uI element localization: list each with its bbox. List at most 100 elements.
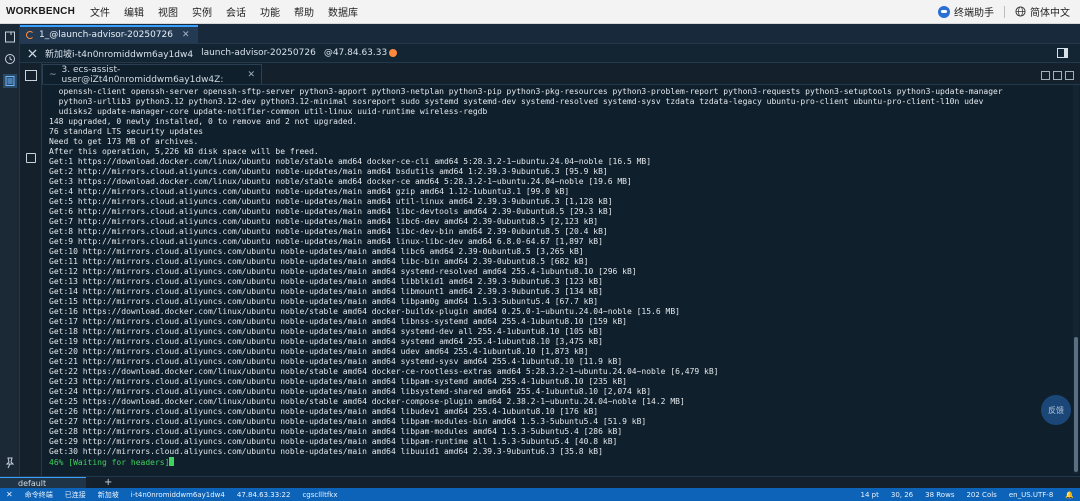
terminal-line: Get:28 http://mirrors.cloud.aliyuncs.com…: [49, 427, 623, 436]
pin-icon[interactable]: [3, 456, 17, 470]
globe-icon: [1015, 6, 1026, 17]
status-rows: 38 Rows: [925, 490, 955, 499]
assistant-icon: [938, 5, 950, 18]
close-icon[interactable]: ✕: [182, 30, 190, 40]
history-icon[interactable]: [3, 52, 17, 66]
collapse-icon[interactable]: [28, 48, 37, 58]
progress-line: 46% [Waiting for headers]: [49, 457, 1072, 467]
menu-help[interactable]: 帮助: [287, 4, 321, 19]
terminal-line: Get:10 http://mirrors.cloud.aliyuncs.com…: [49, 247, 584, 256]
terminal-line: Get:29 http://mirrors.cloud.aliyuncs.com…: [49, 437, 618, 446]
assistant-label: 终端助手: [954, 8, 994, 19]
language-selector[interactable]: 简体中文: [1015, 4, 1070, 19]
menu-edit[interactable]: 编辑: [117, 4, 151, 19]
menu-features[interactable]: 功能: [253, 4, 287, 19]
sidebar-toggle-icon[interactable]: [1057, 48, 1068, 58]
menu-bar: WORKBENCH 文件 编辑 视图 实例 会话 功能 帮助 数据库 终端助手 …: [0, 0, 1080, 24]
terminal-line: Get:15 http://mirrors.cloud.aliyuncs.com…: [49, 297, 599, 306]
terminal-line: Get:2 http://mirrors.cloud.aliyuncs.com/…: [49, 167, 608, 176]
terminal-text: openssh-client openssh-server openssh-sf…: [49, 87, 1072, 467]
terminal-line: Get:21 http://mirrors.cloud.aliyuncs.com…: [49, 357, 623, 366]
status-cols: 202 Cols: [966, 490, 997, 499]
terminal-line: Need to get 173 MB of archives.: [49, 137, 199, 146]
app-brand: WORKBENCH: [6, 6, 76, 17]
terminal-line: Get:12 http://mirrors.cloud.aliyuncs.com…: [49, 267, 637, 276]
terminal-layout-controls: [1041, 71, 1080, 84]
status-region: 新加坡: [97, 490, 119, 499]
host-ip: @47.84.63.33: [323, 48, 398, 58]
terminal-line: Get:3 https://download.docker.com/linux/…: [49, 177, 632, 186]
terminal-tab-bar: ~ 3. ecs-assist-user@iZt4n0nromiddwm6ay1…: [42, 63, 1080, 85]
terminal-tab-ellipsis: ~: [49, 69, 57, 80]
status-encoding[interactable]: en_US.UTF-8: [1003, 491, 1059, 499]
status-connection: 已连接: [64, 490, 86, 499]
terminal-line: Get:11 http://mirrors.cloud.aliyuncs.com…: [49, 257, 589, 266]
terminal-line: Get:1 https://download.docker.com/linux/…: [49, 157, 652, 166]
close-icon[interactable]: ✕: [247, 70, 255, 80]
terminal-scrollbar[interactable]: [1073, 85, 1079, 474]
add-tab-button[interactable]: +: [86, 477, 112, 488]
terminal-tab[interactable]: ~ 3. ecs-assist-user@iZt4n0nromiddwm6ay1…: [42, 64, 262, 85]
terminal-line: Get:6 http://mirrors.cloud.aliyuncs.com/…: [49, 207, 613, 216]
maximize-icon[interactable]: [1065, 71, 1074, 80]
terminal-line: Get:16 https://download.docker.com/linux…: [49, 307, 680, 316]
explorer-icon[interactable]: [3, 30, 17, 44]
status-right: 14 pt 30, 26 38 Rows 202 Cols en_US.UTF-…: [855, 491, 1080, 499]
terminal-line: Get:14 http://mirrors.cloud.aliyuncs.com…: [49, 287, 603, 296]
host-ip-label: @47.84.63.33: [323, 48, 388, 58]
divider: [1004, 5, 1005, 18]
session-tab[interactable]: 1_@launch-advisor-20250726 ✕: [20, 25, 198, 43]
panel-tab-default[interactable]: default: [0, 476, 86, 489]
terminal-icon[interactable]: [25, 70, 37, 81]
terminal-line: Get:23 http://mirrors.cloud.aliyuncs.com…: [49, 377, 627, 386]
terminal-line: Get:25 https://download.docker.com/linux…: [49, 397, 685, 406]
status-instance-id: i-t4n0nromiddwm6ay1dw4: [130, 490, 225, 499]
session-tab-bar: 1_@launch-advisor-20250726 ✕: [20, 24, 1080, 44]
terminal-cursor: [169, 457, 175, 466]
terminal-line: After this operation, 5,226 kB disk spac…: [49, 147, 319, 156]
notification-bell-icon[interactable]: 🔔: [1059, 491, 1080, 499]
terminal-line: Get:22 https://download.docker.com/linux…: [49, 367, 719, 376]
status-font-size[interactable]: 14 pt: [855, 491, 885, 499]
status-bar: ✕ 命令终端 已连接 新加坡 i-t4n0nromiddwm6ay1dw4 47…: [0, 488, 1080, 501]
split-vertical-icon[interactable]: [1053, 71, 1062, 80]
terminal-line: Get:7 http://mirrors.cloud.aliyuncs.com/…: [49, 217, 599, 226]
terminal-line: Get:4 http://mirrors.cloud.aliyuncs.com/…: [49, 187, 570, 196]
terminal-line: 148 upgraded, 0 newly installed, 0 to re…: [49, 117, 358, 126]
terminal-assistant-button[interactable]: 终端助手: [938, 4, 994, 19]
scrollbar-thumb[interactable]: [1074, 337, 1078, 472]
menu-file[interactable]: 文件: [83, 4, 117, 19]
status-user: cgscllltfkx: [302, 490, 338, 499]
menu-session[interactable]: 会话: [219, 4, 253, 19]
terminal-line: Get:19 http://mirrors.cloud.aliyuncs.com…: [49, 337, 603, 346]
loading-icon: [26, 31, 34, 39]
terminal-line: Get:13 http://mirrors.cloud.aliyuncs.com…: [49, 277, 603, 286]
status-address: 47.84.63.33:22: [236, 490, 291, 499]
terminal-tab-label: 3. ecs-assist-user@iZt4n0nromiddwm6ay1dw…: [61, 64, 224, 85]
split-horizontal-icon[interactable]: [1041, 71, 1050, 80]
activity-bar: [0, 24, 20, 476]
menu-instance[interactable]: 实例: [185, 4, 219, 19]
terminal-line: Get:24 http://mirrors.cloud.aliyuncs.com…: [49, 387, 652, 396]
host-info-bar: 新加坡i-t4n0nromiddwm6ay1dw4 launch-advisor…: [20, 44, 1080, 63]
instance-name: launch-advisor-20250726: [201, 48, 316, 58]
terminal-output[interactable]: openssh-client openssh-server openssh-sf…: [42, 85, 1072, 474]
menu-view[interactable]: 视图: [151, 4, 185, 19]
feedback-button[interactable]: 反馈: [1041, 395, 1071, 425]
terminal-line: Get:26 http://mirrors.cloud.aliyuncs.com…: [49, 407, 599, 416]
menu-database[interactable]: 数据库: [321, 4, 365, 19]
terminal-line: Get:18 http://mirrors.cloud.aliyuncs.com…: [49, 327, 603, 336]
terminal-line: udisks2 update-manager-core update-notif…: [49, 107, 488, 116]
terminal-line: Get:20 http://mirrors.cloud.aliyuncs.com…: [49, 347, 589, 356]
feedback-label: 反馈: [1048, 405, 1064, 415]
language-label: 简体中文: [1030, 8, 1070, 19]
status-mode: 命令终端: [24, 490, 53, 499]
terminal-side-strip: [20, 63, 42, 476]
sessions-icon[interactable]: [3, 74, 17, 88]
terminal-line: openssh-client openssh-server openssh-sf…: [49, 87, 1003, 96]
terminal-line: Get:30 http://mirrors.cloud.aliyuncs.com…: [49, 447, 603, 456]
panel-icon[interactable]: [26, 153, 36, 163]
terminal-line: Get:9 http://mirrors.cloud.aliyuncs.com/…: [49, 237, 603, 246]
terminal-line: Get:8 http://mirrors.cloud.aliyuncs.com/…: [49, 227, 608, 236]
close-icon[interactable]: ✕: [0, 490, 19, 499]
